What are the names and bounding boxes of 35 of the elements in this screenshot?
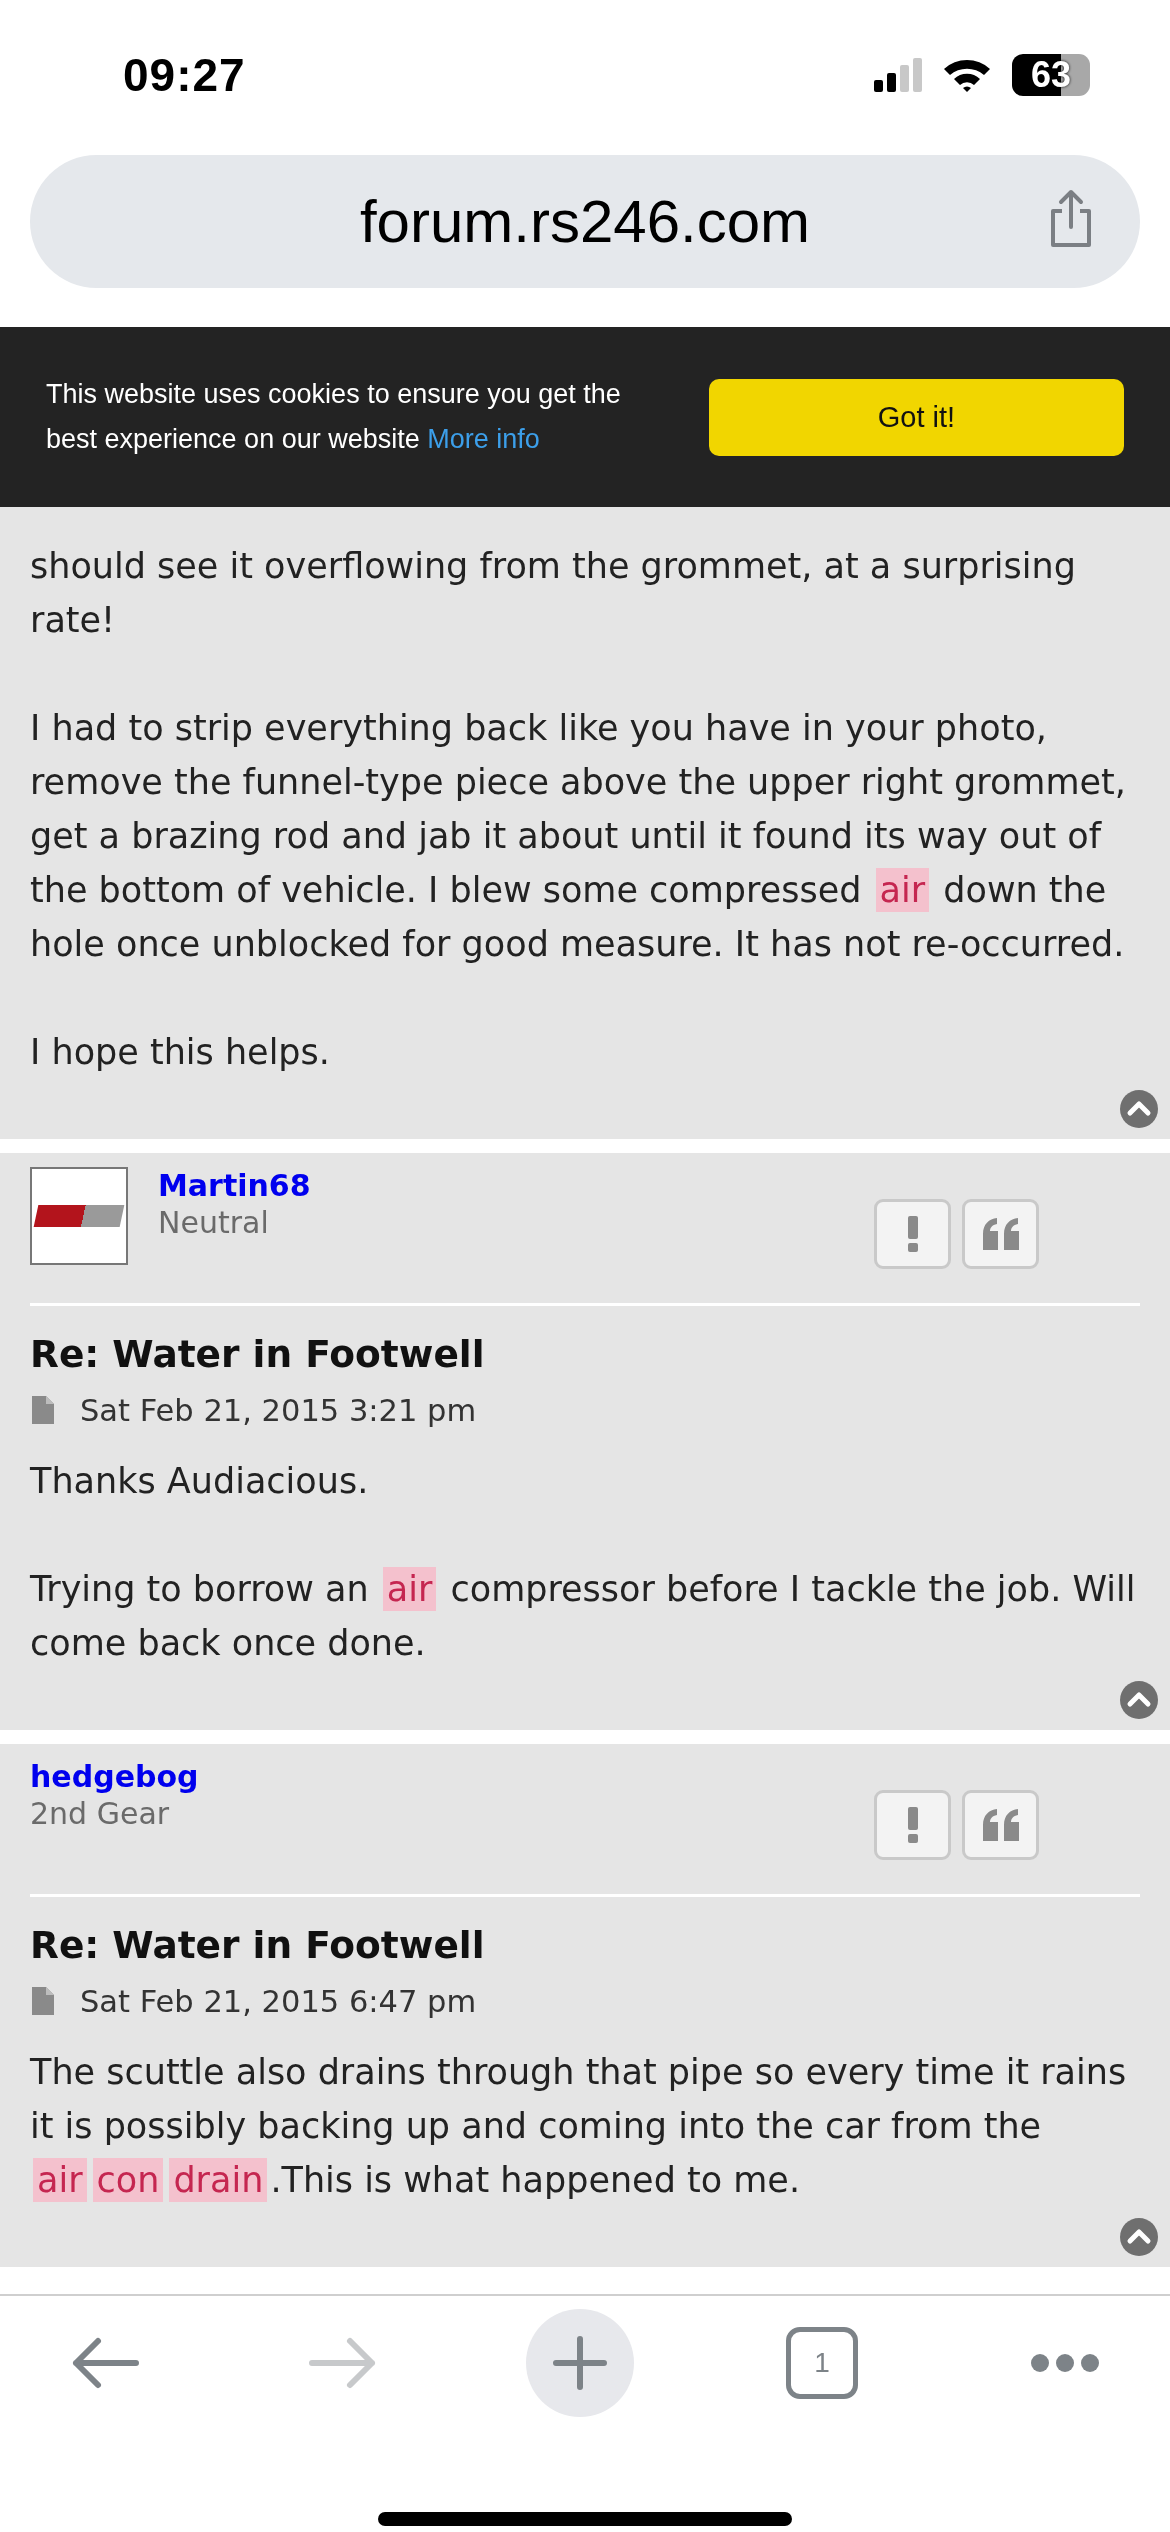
- report-button[interactable]: [874, 1790, 951, 1860]
- quote-button[interactable]: [962, 1790, 1039, 1860]
- document-icon: [32, 1396, 54, 1424]
- signal-icon: [874, 58, 922, 92]
- status-time: 09:27: [123, 48, 246, 102]
- post-date: Sat Feb 21, 2015 6:47 pm: [80, 1983, 477, 2019]
- post-text: Trying to borrow an air compressor before I tackle the job. Will come back once done.: [30, 1566, 1137, 1665]
- scroll-top-icon[interactable]: [1120, 1090, 1158, 1128]
- more-icon[interactable]: [1030, 2352, 1100, 2373]
- scroll-top-icon[interactable]: [1120, 2218, 1158, 2256]
- cookie-message: This website uses cookies to ensure you get the best experience on our website More info: [46, 378, 622, 456]
- wifi-icon: [942, 57, 992, 93]
- user-rank: Neutral: [158, 1204, 270, 1241]
- document-icon: [32, 1987, 54, 2015]
- plus-icon: [552, 2334, 608, 2391]
- post-text: Thanks Audiacious.: [30, 1460, 370, 1503]
- post-date: Sat Feb 21, 2015 3:21 pm: [80, 1392, 477, 1428]
- quote-icon: [980, 1809, 1021, 1841]
- tabs-button[interactable]: 1: [786, 2326, 858, 2399]
- address-bar[interactable]: forum.rs246.com: [30, 155, 1140, 288]
- user-rank: 2nd Gear: [30, 1795, 171, 1832]
- post-text: I hope this helps.: [30, 1031, 331, 1074]
- username-link[interactable]: Martin68: [158, 1167, 311, 1204]
- accept-cookies-button[interactable]: Got it!: [709, 378, 1124, 456]
- post-text: I had to strip everything back like you have in your photo, remove the funnel-type piece above the upper right grommet, get a brazing rod and jab it about until it found its way out of the bottom of vehicle. I blew some compressed air down the hole once unblocked for good measure. It has not re-occurred.: [30, 707, 1127, 966]
- scroll-top-icon[interactable]: [1120, 1681, 1158, 1719]
- post-title: Re: Water in Footwell: [30, 1922, 486, 1969]
- post-text: The scuttle also drains through that pipe so every time it rains it is possibly backing up and coming into the car from the air con drain .This is what happened to me.: [30, 2051, 1128, 2204]
- post-title: Re: Water in Footwell: [30, 1331, 486, 1378]
- report-button[interactable]: [874, 1199, 951, 1269]
- quote-button[interactable]: [962, 1199, 1039, 1269]
- quote-icon: [980, 1218, 1021, 1250]
- post-text: should see it overflowing from the grommet, at a surprising rate!: [30, 545, 1077, 642]
- username-link[interactable]: hedgebog: [30, 1758, 199, 1795]
- more-info-link[interactable]: More info: [427, 424, 540, 454]
